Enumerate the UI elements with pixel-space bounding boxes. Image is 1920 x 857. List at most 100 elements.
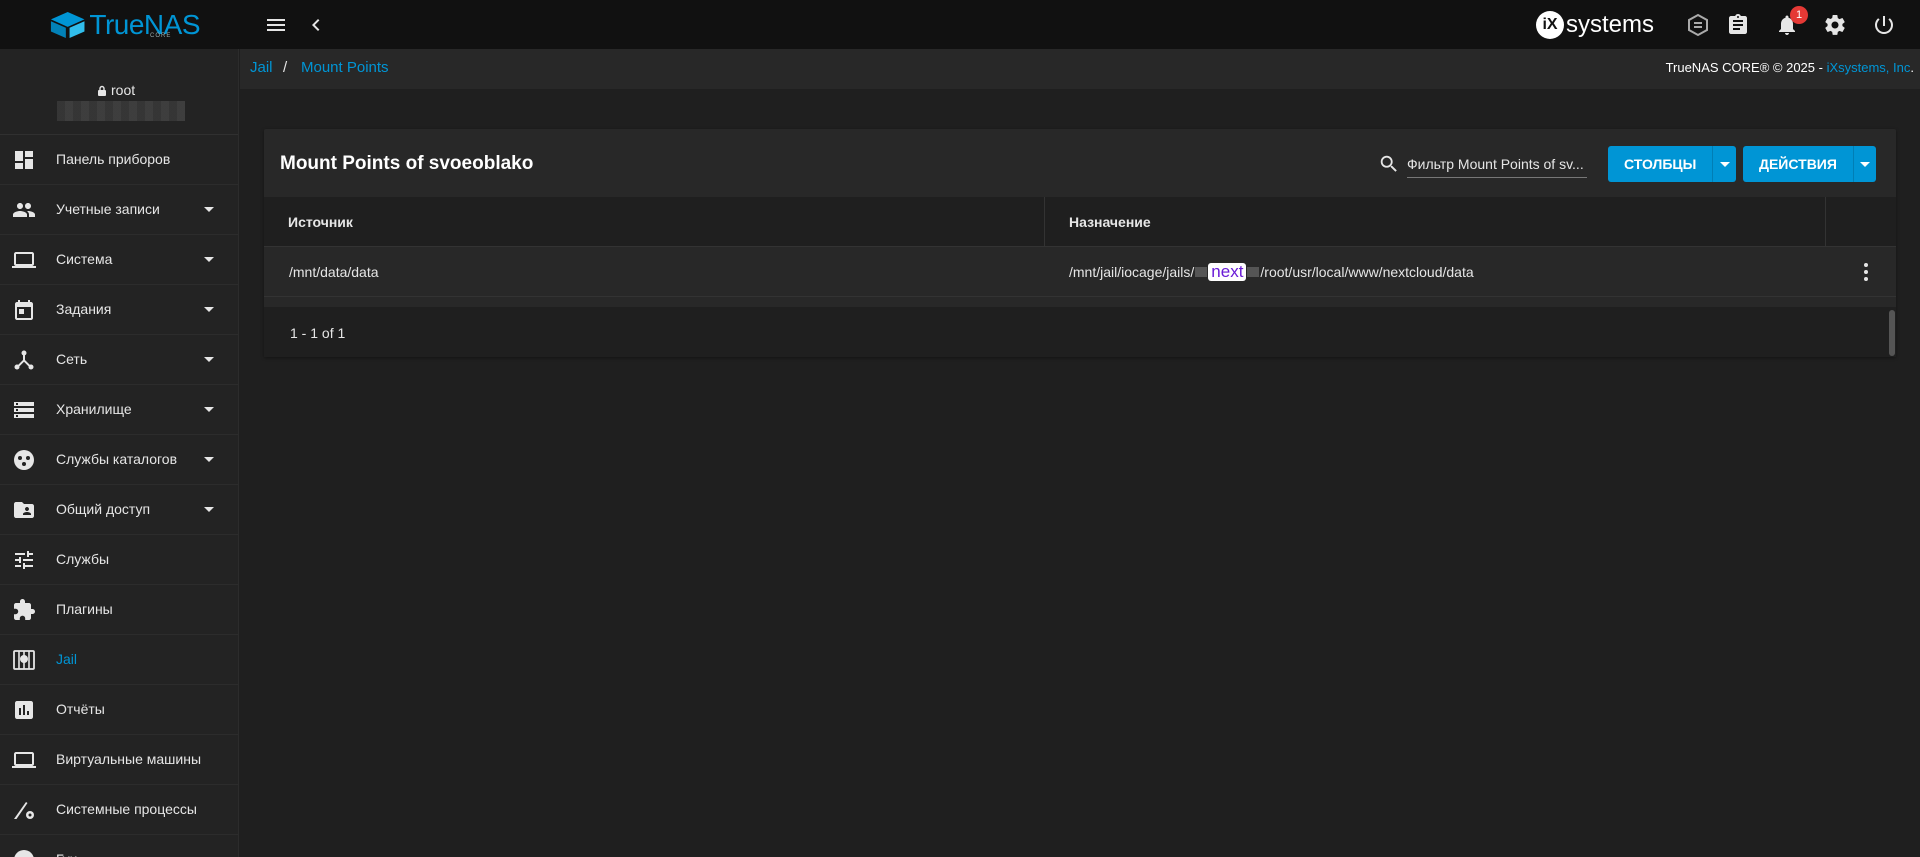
redacted-block xyxy=(1195,267,1208,277)
actions-button[interactable]: ДЕЙСТВИЯ xyxy=(1743,146,1876,182)
directory-icon xyxy=(12,448,36,472)
destination-suffix: /root/usr/local/www/nextcloud/data xyxy=(1260,264,1474,280)
share-folder-icon xyxy=(12,498,36,522)
sidebar-item-label: Задания xyxy=(56,301,112,317)
caret-down-icon[interactable] xyxy=(204,507,214,512)
sidebar-item-label: Общий доступ xyxy=(56,501,151,517)
caret-down-icon[interactable] xyxy=(204,407,214,412)
breadcrumb-separator: / xyxy=(283,59,288,76)
sidebar-item-label: Плагины xyxy=(56,601,113,617)
filter-input[interactable] xyxy=(1407,150,1587,178)
sidebar-item-8[interactable]: Службы xyxy=(0,535,238,585)
sidebar-item-14[interactable]: Гуи xyxy=(0,835,238,857)
mount-points-card: Mount Points of svoeoblako СТОЛБЦЫ ДЕЙСТ… xyxy=(264,129,1896,357)
destination-prefix: /mnt/jail/iocage/jails/ xyxy=(1069,264,1195,280)
sidebar-item-label: Отчёты xyxy=(56,701,105,717)
sidebar-item-9[interactable]: Плагины xyxy=(0,585,238,635)
truecommand-button[interactable] xyxy=(1683,10,1713,40)
sidebar-item-label: Службы каталогов xyxy=(56,451,178,467)
header-source[interactable]: Источник xyxy=(264,197,1045,247)
computer-icon xyxy=(12,748,36,772)
sidebar: root Панель приборов Учетные записи Систем… xyxy=(0,49,239,857)
caret-down-icon[interactable] xyxy=(204,257,214,262)
sidebar-item-label: Службы xyxy=(56,551,110,567)
back-button[interactable] xyxy=(301,10,331,40)
breadcrumb-current[interactable]: Mount Points xyxy=(301,59,389,76)
topbar: TrueNAS CORE iX systems 1 xyxy=(0,0,1920,49)
breadcrumb-jail-link[interactable]: Jail xyxy=(250,59,273,76)
pagination-range: 1 - 1 of 1 xyxy=(290,325,346,341)
sidebar-item-0[interactable]: Панель приборов xyxy=(0,135,238,185)
settings-button[interactable] xyxy=(1820,10,1850,40)
ixsystems-link[interactable]: iXsystems, Inc xyxy=(1827,60,1911,75)
sidebar-item-label: Учетные записи xyxy=(56,201,160,217)
notification-badge: 1 xyxy=(1790,6,1808,24)
chevron-left-icon xyxy=(312,19,320,31)
jobs-button[interactable] xyxy=(1723,10,1753,40)
truenas-logo-icon xyxy=(50,11,85,39)
caret-down-icon[interactable] xyxy=(204,307,214,312)
tune-icon xyxy=(12,548,36,572)
calendar-icon xyxy=(12,298,36,322)
sidebar-item-12[interactable]: Виртуальные машины xyxy=(0,735,238,785)
laptop-icon xyxy=(12,248,36,272)
sidebar-item-4[interactable]: Сеть xyxy=(0,335,238,385)
truenas-logo[interactable]: TrueNAS CORE xyxy=(50,8,200,42)
people-icon xyxy=(12,198,36,222)
sidebar-item-3[interactable]: Задания xyxy=(0,285,238,335)
ixsystems-text: systems xyxy=(1566,11,1655,38)
columns-dropdown[interactable] xyxy=(1712,146,1736,182)
cell-destination: /mnt/jail/iocage/jails/ next /root/usr/l… xyxy=(1069,247,1474,297)
network-icon xyxy=(12,348,36,372)
sidebar-item-2[interactable]: Система xyxy=(0,235,238,285)
power-button[interactable] xyxy=(1869,10,1899,40)
highlighted-text: next xyxy=(1208,263,1247,281)
sidebar-item-label: Сеть xyxy=(56,351,88,367)
user-block: root xyxy=(0,49,238,135)
search-icon[interactable] xyxy=(1378,153,1400,175)
notifications-button[interactable]: 1 xyxy=(1772,6,1808,40)
more-vert-icon xyxy=(1864,263,1868,281)
sidebar-item-7[interactable]: Общий доступ xyxy=(0,485,238,535)
caret-down-icon xyxy=(1719,161,1730,167)
lock-icon xyxy=(98,85,106,96)
actions-dropdown[interactable] xyxy=(1852,146,1876,182)
caret-down-icon[interactable] xyxy=(204,207,214,212)
username-label: root xyxy=(111,82,136,98)
copyright-text: TrueNAS CORE® © 2025 - xyxy=(1665,60,1827,75)
hamburger-icon xyxy=(267,19,285,31)
sidebar-item-11[interactable]: Отчёты xyxy=(0,685,238,735)
header-destination[interactable]: Назначение xyxy=(1045,197,1826,247)
sidebar-item-1[interactable]: Учетные записи xyxy=(0,185,238,235)
sidebar-item-label: Системные процессы xyxy=(56,801,197,817)
storage-icon xyxy=(12,398,36,422)
truecommand-icon xyxy=(1688,13,1708,37)
columns-button-label: СТОЛБЦЫ xyxy=(1624,156,1697,172)
actions-button-label: ДЕЙСТВИЯ xyxy=(1759,156,1837,172)
sidebar-item-5[interactable]: Хранилище xyxy=(0,385,238,435)
caret-down-icon[interactable] xyxy=(204,457,214,462)
columns-button[interactable]: СТОЛБЦЫ xyxy=(1608,146,1736,182)
page-title: Mount Points of svoeoblako xyxy=(280,153,534,174)
sidebar-item-10[interactable]: Jail xyxy=(0,635,238,685)
sidebar-item-label: Хранилище xyxy=(56,401,132,417)
breadcrumb: Jail / Mount Points TrueNAS CORE® © 2025… xyxy=(240,49,1920,89)
menu-toggle-button[interactable] xyxy=(261,10,291,40)
help-icon xyxy=(12,848,36,857)
sidebar-item-6[interactable]: Службы каталогов xyxy=(0,435,238,485)
sidebar-item-13[interactable]: Системные процессы xyxy=(0,785,238,835)
row-actions-button[interactable] xyxy=(1854,260,1878,284)
copyright: TrueNAS CORE® © 2025 - iXsystems, Inc. xyxy=(1666,60,1914,75)
clipboard-icon xyxy=(1729,14,1747,34)
sidebar-item-label: Виртуальные машины xyxy=(56,751,202,767)
logo-text: TrueNAS xyxy=(89,9,200,40)
redacted-block xyxy=(1247,267,1260,277)
cell-source: /mnt/data/data xyxy=(289,264,379,280)
table-row[interactable]: /mnt/data/data /mnt/jail/iocage/jails/ n… xyxy=(264,247,1896,297)
ixsystems-logo[interactable]: iX systems xyxy=(1536,10,1654,40)
scrollbar[interactable] xyxy=(1889,310,1895,356)
copyright-suffix: . xyxy=(1910,60,1914,75)
caret-down-icon[interactable] xyxy=(204,357,214,362)
jail-icon xyxy=(12,648,36,672)
paginator: 1 - 1 of 1 xyxy=(264,307,1896,357)
